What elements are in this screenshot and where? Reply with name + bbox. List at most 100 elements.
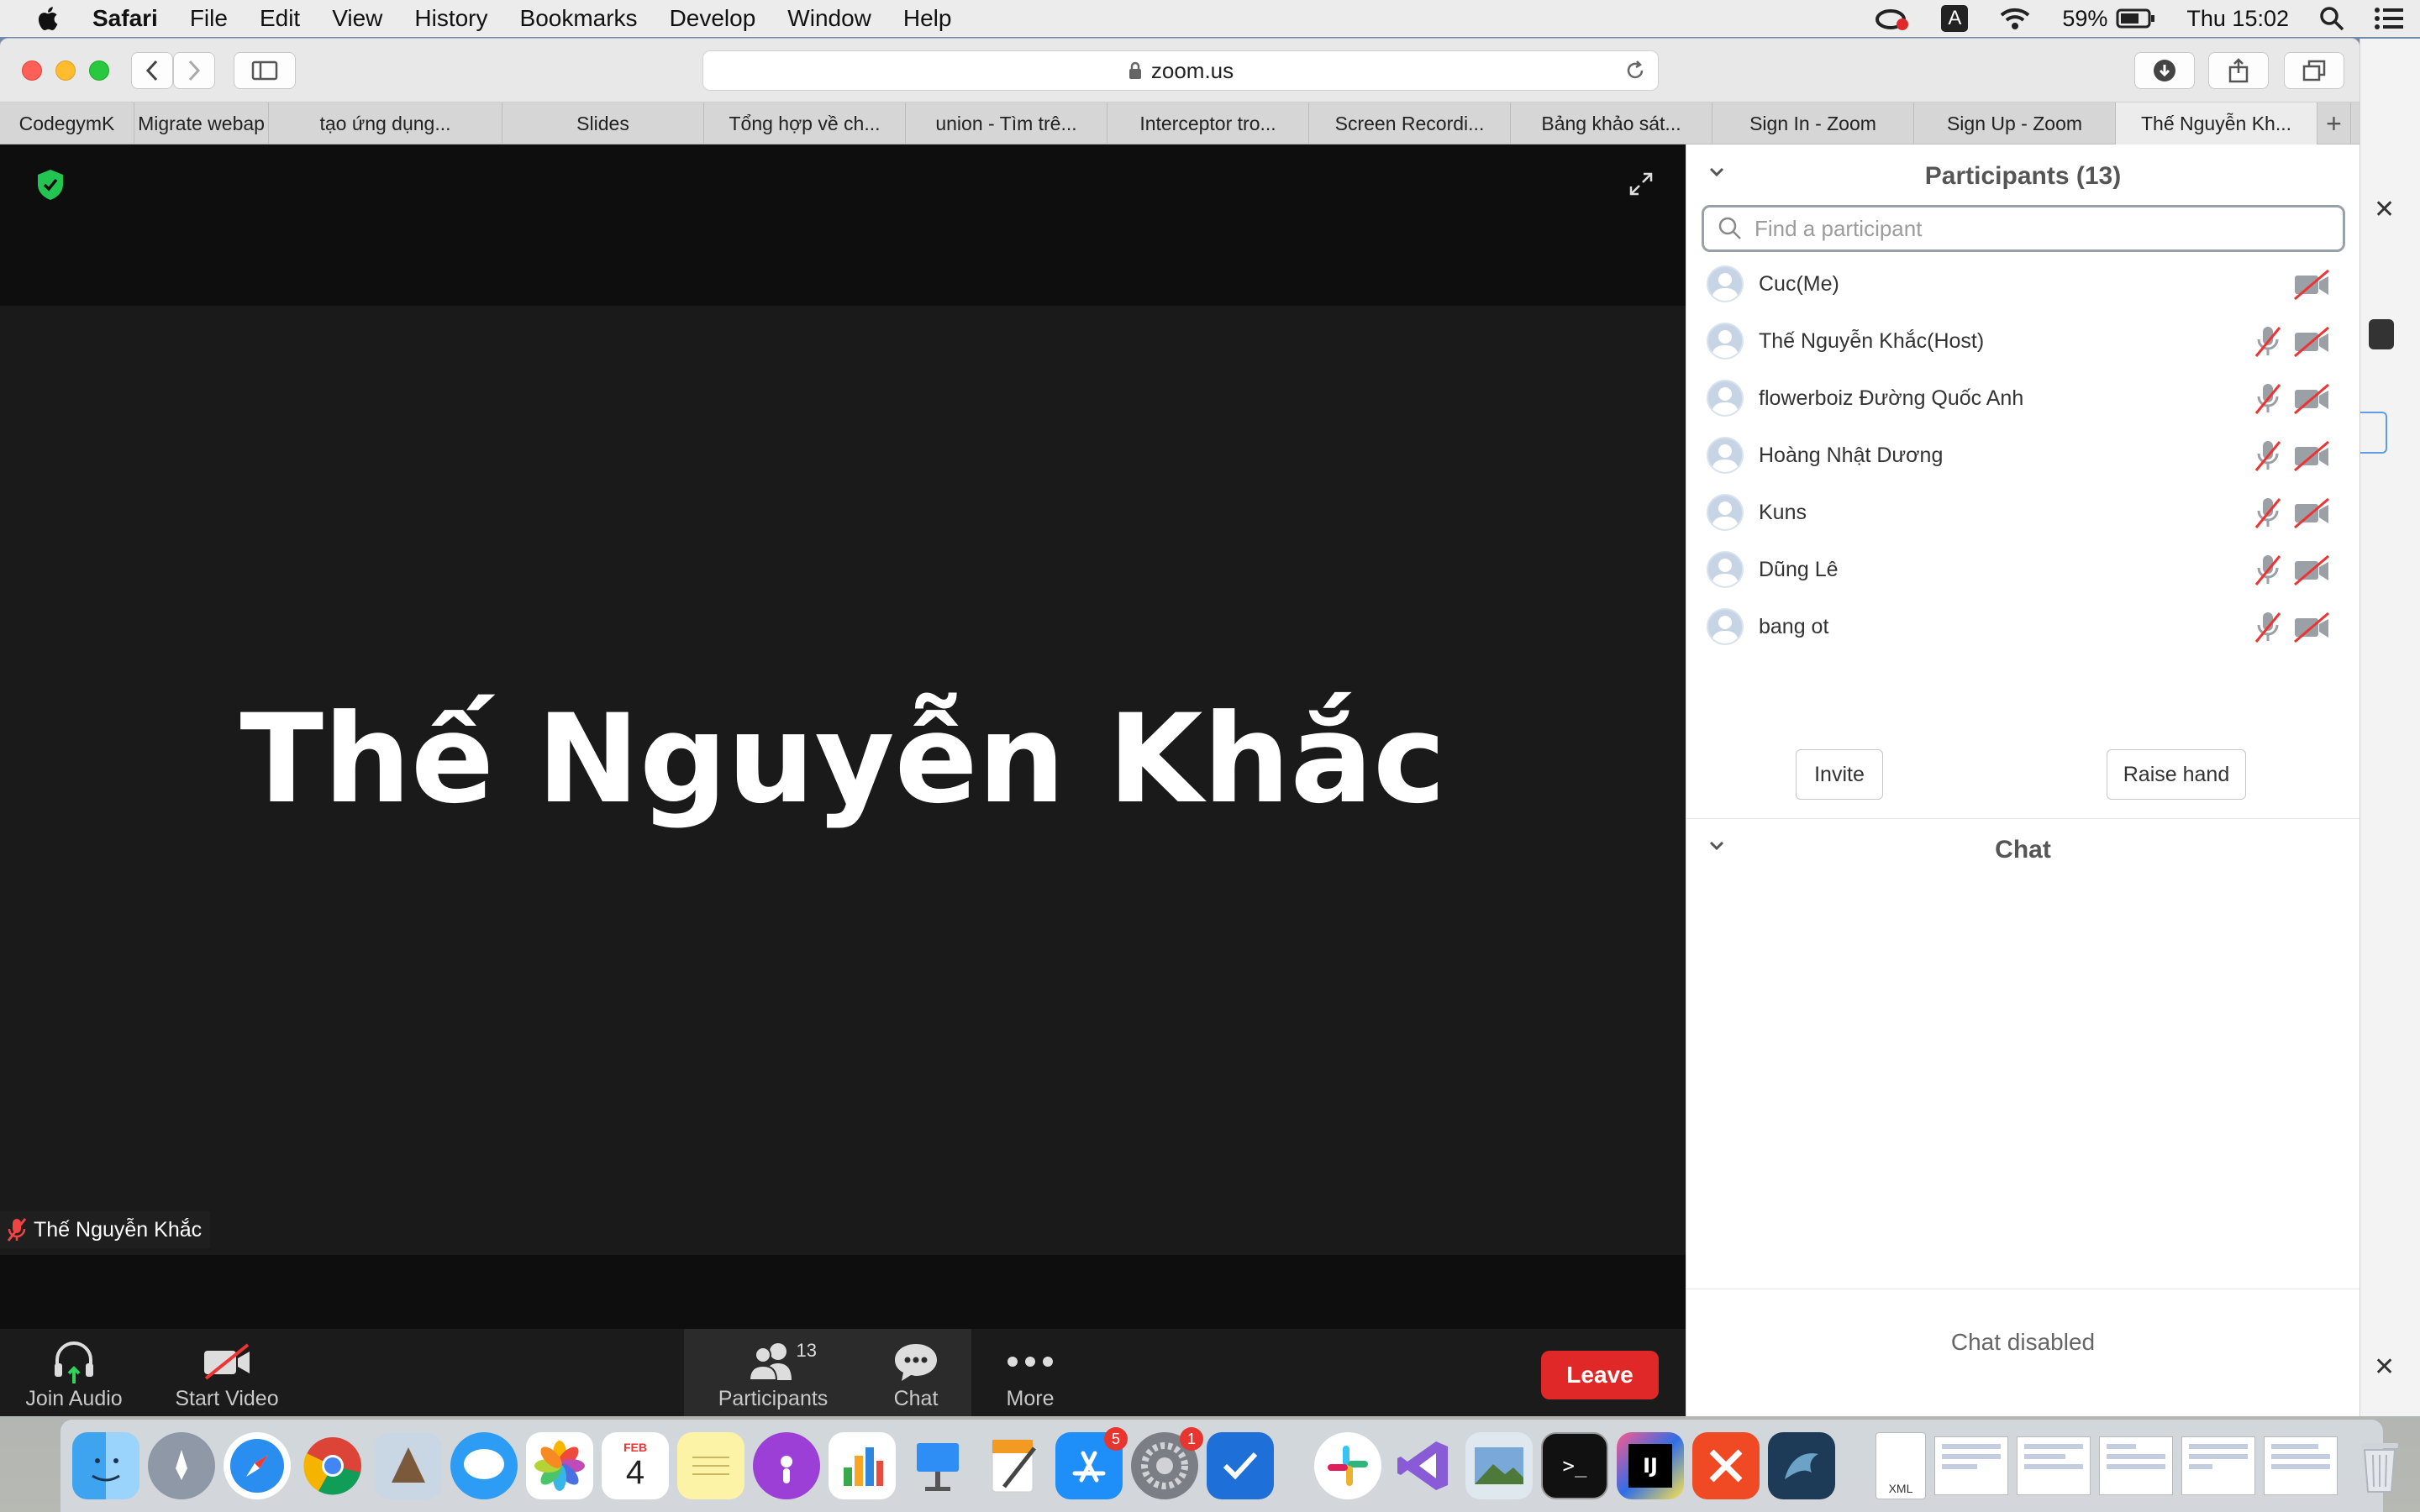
recent-document-thumbnail[interactable] <box>2181 1436 2255 1495</box>
participant-search[interactable] <box>1702 205 2345 252</box>
start-video-button[interactable]: Start Video <box>168 1329 286 1416</box>
browser-tab[interactable]: Sign Up - Zoom <box>1914 102 2116 144</box>
browser-tab[interactable]: Bảng khảo sát... <box>1511 102 1712 144</box>
encryption-shield-icon[interactable] <box>35 168 66 206</box>
xmind-icon[interactable] <box>1692 1432 1760 1499</box>
menu-view[interactable]: View <box>332 5 382 32</box>
wifi-icon[interactable] <box>1998 6 2032 31</box>
participants-header[interactable]: Participants (13) <box>1686 151 2360 202</box>
chat-header[interactable]: Chat <box>1686 825 2360 875</box>
numbers-icon[interactable] <box>829 1432 896 1499</box>
join-audio-button[interactable]: Join Audio <box>15 1329 133 1416</box>
mail-icon[interactable] <box>375 1432 442 1499</box>
notification-center-icon[interactable] <box>2375 7 2403 30</box>
chrome-icon[interactable] <box>299 1432 366 1499</box>
participant-row[interactable]: Dũng Lê <box>1686 541 2360 598</box>
browser-tab[interactable]: union - Tìm trê... <box>906 102 1107 144</box>
close-icon[interactable]: ✕ <box>2374 1352 2395 1382</box>
finder-icon[interactable] <box>72 1432 139 1499</box>
browser-tab[interactable]: Slides <box>502 102 704 144</box>
participant-row[interactable]: Kuns <box>1686 484 2360 541</box>
chevron-down-icon[interactable] <box>1708 840 1725 852</box>
sidebar-toggle-button[interactable] <box>234 52 296 89</box>
menu-history[interactable]: History <box>414 5 487 32</box>
text-field-edge[interactable] <box>2360 412 2387 454</box>
participant-row[interactable]: flowerboiz Đường Quốc Anh <box>1686 370 2360 427</box>
menu-app-name[interactable]: Safari <box>92 5 158 32</box>
launchpad-icon[interactable] <box>148 1432 215 1499</box>
recent-document-thumbnail[interactable] <box>2099 1436 2173 1495</box>
close-icon[interactable]: ✕ <box>2374 195 2395 224</box>
clock[interactable]: Thu 15:02 <box>2186 6 2289 32</box>
system-preferences-icon[interactable]: 1 <box>1131 1427 1203 1499</box>
participant-row[interactable]: Cuc(Me) <box>1686 255 2360 312</box>
menu-help[interactable]: Help <box>903 5 952 32</box>
address-bar[interactable]: zoom.us <box>702 50 1659 91</box>
recent-document-thumbnail[interactable] <box>2264 1436 2338 1495</box>
participant-row[interactable]: bang ot <box>1686 598 2360 655</box>
app-store-icon[interactable]: 5 <box>1055 1427 1128 1499</box>
close-window-button[interactable] <box>22 60 42 81</box>
menu-bookmarks[interactable]: Bookmarks <box>520 5 638 32</box>
browser-tab[interactable]: CodegymK <box>0 102 134 144</box>
podcasts-icon[interactable] <box>753 1432 820 1499</box>
invite-button[interactable]: Invite <box>1796 749 1883 800</box>
calendar-icon[interactable]: FEB 4 <box>602 1432 669 1499</box>
new-tab-button[interactable]: + <box>2317 102 2351 144</box>
task-app-icon[interactable] <box>1207 1432 1274 1499</box>
fullscreen-icon[interactable] <box>1628 171 1654 201</box>
apple-icon[interactable] <box>34 3 64 34</box>
notes-icon[interactable] <box>677 1432 744 1499</box>
back-button[interactable] <box>131 52 173 89</box>
toggle-control[interactable] <box>2369 319 2394 349</box>
slack-icon[interactable] <box>1314 1432 1381 1499</box>
battery-icon[interactable] <box>2116 8 2156 29</box>
participant-row[interactable]: Thế Nguyễn Khắc(Host) <box>1686 312 2360 370</box>
tab-overview-button[interactable] <box>2284 52 2344 89</box>
participant-row[interactable]: Hoàng Nhật Dương <box>1686 427 2360 484</box>
spotlight-search-icon[interactable] <box>2319 6 2344 31</box>
menu-develop[interactable]: Develop <box>670 5 756 32</box>
participant-search-input[interactable] <box>1754 215 2326 242</box>
preview-icon[interactable] <box>1465 1432 1533 1499</box>
keynote-icon[interactable] <box>904 1432 971 1499</box>
share-button[interactable] <box>2208 52 2269 89</box>
browser-tab[interactable]: tạo ứng dụng... <box>269 102 502 144</box>
browser-tab[interactable]: Migrate webap <box>134 102 269 144</box>
terminal-icon[interactable]: >_ <box>1541 1432 1608 1499</box>
trash-icon[interactable] <box>2346 1432 2413 1499</box>
menu-edit[interactable]: Edit <box>260 5 300 32</box>
leave-button[interactable]: Leave <box>1541 1351 1659 1399</box>
pages-icon[interactable] <box>980 1432 1047 1499</box>
raise-hand-button[interactable]: Raise hand <box>2107 749 2246 800</box>
creative-cloud-icon[interactable] <box>1874 6 1911 31</box>
downloads-button[interactable] <box>2134 52 2195 89</box>
chat-button[interactable]: Chat <box>874 1329 958 1416</box>
browser-tab[interactable]: Screen Recordi... <box>1309 102 1511 144</box>
xml-document-icon[interactable]: XML <box>1876 1432 1926 1499</box>
browser-tab[interactable]: Interceptor tro... <box>1107 102 1309 144</box>
battery-percent[interactable]: 59% <box>2062 6 2107 32</box>
mysql-workbench-icon[interactable] <box>1768 1432 1835 1499</box>
video-off-icon <box>2292 381 2331 419</box>
reload-icon[interactable] <box>1624 60 1646 81</box>
menu-window[interactable]: Window <box>787 5 871 32</box>
forward-button[interactable] <box>173 52 215 89</box>
recent-document-thumbnail[interactable] <box>1934 1436 2008 1495</box>
browser-tab[interactable]: Tổng hợp về ch... <box>704 102 906 144</box>
chevron-down-icon[interactable] <box>1708 166 1725 178</box>
browser-tab[interactable]: Thế Nguyễn Kh... <box>2116 102 2317 144</box>
recent-document-thumbnail[interactable] <box>2017 1436 2091 1495</box>
intellij-icon[interactable]: IJ <box>1617 1432 1684 1499</box>
more-button[interactable]: More <box>988 1329 1072 1416</box>
photos-icon[interactable] <box>526 1432 593 1499</box>
zoom-window-button[interactable] <box>89 60 109 81</box>
participants-button[interactable]: 13 Participants <box>706 1329 840 1416</box>
minimize-window-button[interactable] <box>55 60 76 81</box>
visual-studio-icon[interactable] <box>1390 1432 1457 1499</box>
input-source-icon[interactable]: A <box>1941 5 1969 32</box>
safari-icon[interactable] <box>224 1432 291 1499</box>
browser-tab[interactable]: Sign In - Zoom <box>1712 102 1914 144</box>
menu-file[interactable]: File <box>190 5 228 32</box>
messages-icon[interactable] <box>450 1432 518 1499</box>
